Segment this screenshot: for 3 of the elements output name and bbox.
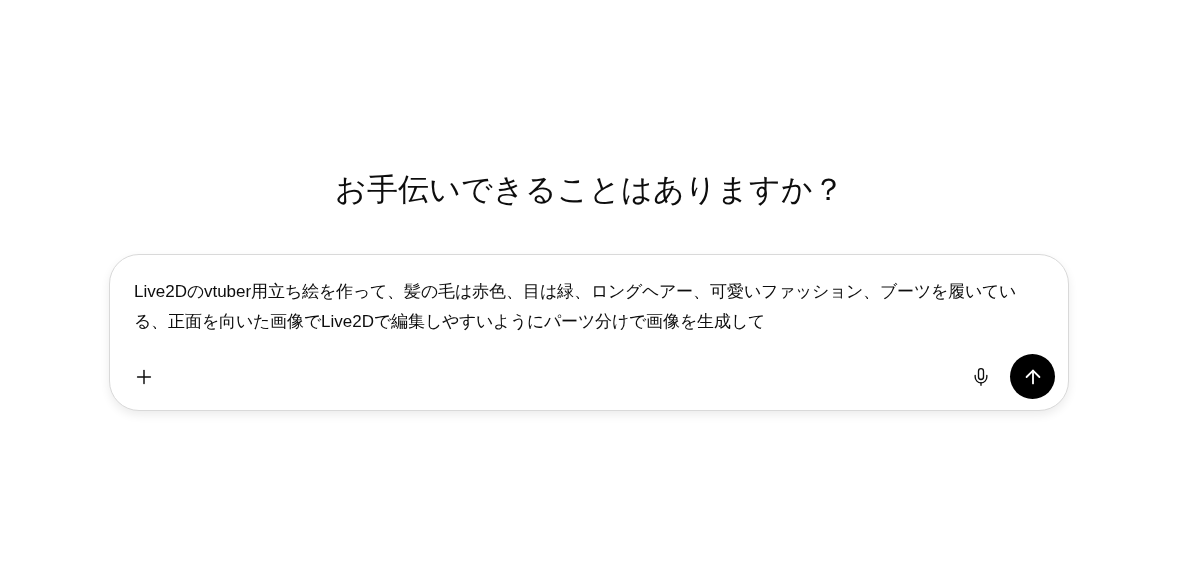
send-button[interactable] <box>1010 354 1055 399</box>
prompt-field[interactable]: Live2Dのvtuber用立ち絵を作って、髪の毛は赤色、目は緑、ロングヘアー、可愛いファッション、ブーツを履いている、正面を向いた画像でLive2Dで編集しやすいようにパーツ分けで画像を生成して <box>134 277 1044 354</box>
page-heading: お手伝いできることはありますか？ <box>334 171 844 209</box>
